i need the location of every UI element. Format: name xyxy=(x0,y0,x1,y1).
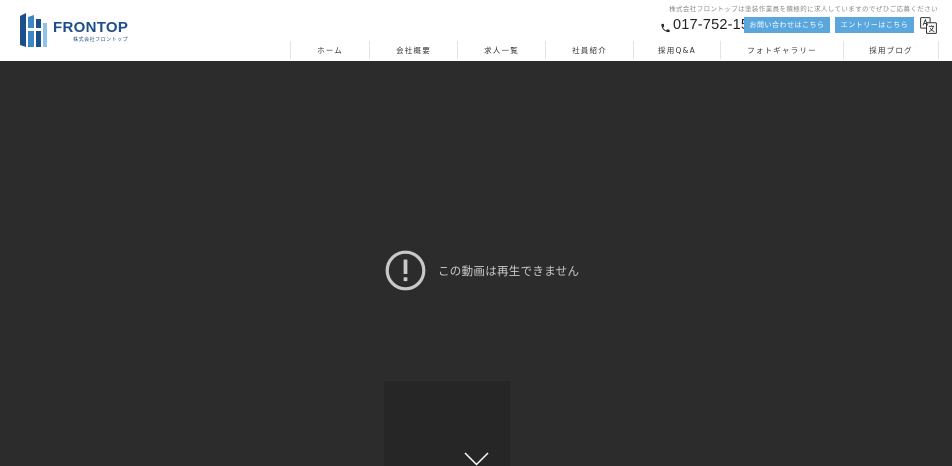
logo-subtitle: 株式会社フロントップ xyxy=(73,37,129,43)
nav-item-company[interactable]: 会社概要 xyxy=(369,41,457,59)
contact-button[interactable]: お問い合わせはこちら xyxy=(744,17,830,33)
nav-item-staff[interactable]: 社員紹介 xyxy=(545,41,633,59)
alert-icon xyxy=(385,250,426,291)
video-overlay-panel xyxy=(384,381,510,466)
logo-name: FRONTOP xyxy=(53,19,129,36)
video-error: この動画は再生できません xyxy=(385,250,579,291)
nav-item-gallery[interactable]: フォトギャラリー xyxy=(720,41,843,59)
global-nav: ホーム 会社概要 求人一覧 社員紹介 採用Q&A フォトギャラリー 採用ブログ xyxy=(290,41,939,59)
scroll-down-chevron-icon[interactable] xyxy=(464,451,489,466)
video-error-message: この動画は再生できません xyxy=(438,263,580,278)
nav-item-jobs[interactable]: 求人一覧 xyxy=(457,41,545,59)
site-header: FRONTOP 株式会社フロントップ 株式会社フロントップは塗装作業員を積極的に… xyxy=(0,0,952,61)
nav-item-qa[interactable]: 採用Q&A xyxy=(633,41,720,59)
entry-button[interactable]: エントリーはこちら xyxy=(835,17,914,33)
phone-icon xyxy=(660,19,671,33)
site-logo[interactable]: FRONTOP 株式会社フロントップ xyxy=(19,13,129,47)
logo-text: FRONTOP 株式会社フロントップ xyxy=(53,20,128,43)
translate-icon[interactable] xyxy=(920,17,937,34)
nav-item-blog[interactable]: 採用ブログ xyxy=(843,41,939,59)
hero-video[interactable]: この動画は再生できません xyxy=(0,61,952,466)
logo-building-icon xyxy=(19,13,49,47)
header-tagline: 株式会社フロントップは塗装作業員を積極的に求人していますのでぜひご応募ください xyxy=(669,5,938,13)
nav-item-home[interactable]: ホーム xyxy=(290,41,369,59)
